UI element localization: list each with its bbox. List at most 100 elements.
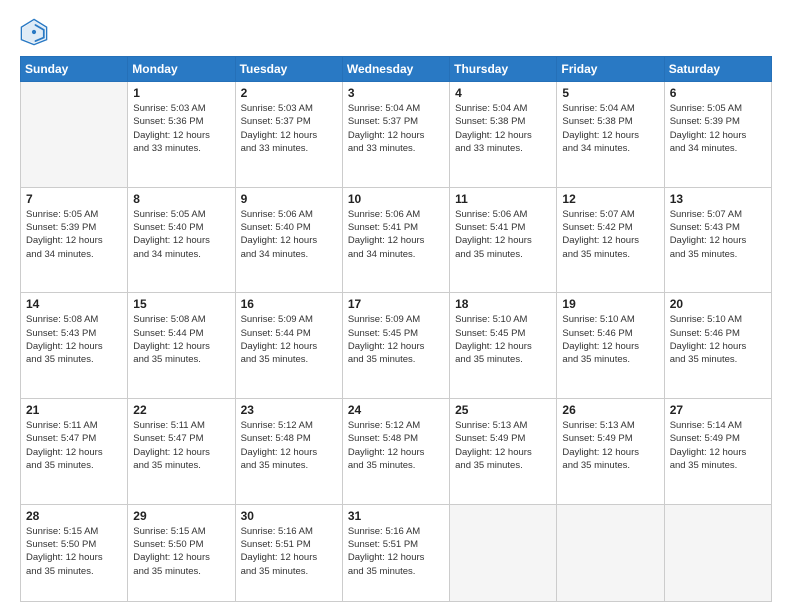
header [20, 18, 772, 46]
calendar-week-row: 14 Sunrise: 5:08 AM Sunset: 5:43 PM Dayli… [21, 293, 772, 399]
day-info: Sunrise: 5:11 AM Sunset: 5:47 PM Dayligh… [133, 419, 229, 472]
day-number: 31 [348, 509, 444, 523]
day-number: 13 [670, 192, 766, 206]
calendar-day-cell: 5 Sunrise: 5:04 AM Sunset: 5:38 PM Daylig… [557, 82, 664, 188]
day-number: 23 [241, 403, 337, 417]
calendar-day-cell: 28 Sunrise: 5:15 AM Sunset: 5:50 PM Dayli… [21, 504, 128, 601]
day-info: Sunrise: 5:06 AM Sunset: 5:40 PM Dayligh… [241, 208, 337, 261]
day-info: Sunrise: 5:14 AM Sunset: 5:49 PM Dayligh… [670, 419, 766, 472]
day-info: Sunrise: 5:05 AM Sunset: 5:39 PM Dayligh… [670, 102, 766, 155]
day-info: Sunrise: 5:13 AM Sunset: 5:49 PM Dayligh… [455, 419, 551, 472]
day-info: Sunrise: 5:11 AM Sunset: 5:47 PM Dayligh… [26, 419, 122, 472]
day-info: Sunrise: 5:05 AM Sunset: 5:39 PM Dayligh… [26, 208, 122, 261]
day-number: 24 [348, 403, 444, 417]
day-number: 25 [455, 403, 551, 417]
day-number: 28 [26, 509, 122, 523]
calendar-week-row: 1 Sunrise: 5:03 AM Sunset: 5:36 PM Daylig… [21, 82, 772, 188]
day-info: Sunrise: 5:03 AM Sunset: 5:36 PM Dayligh… [133, 102, 229, 155]
day-info: Sunrise: 5:09 AM Sunset: 5:44 PM Dayligh… [241, 313, 337, 366]
day-info: Sunrise: 5:08 AM Sunset: 5:43 PM Dayligh… [26, 313, 122, 366]
page: SundayMondayTuesdayWednesdayThursdayFrid… [0, 0, 792, 612]
logo-icon [20, 18, 48, 46]
calendar-day-cell [557, 504, 664, 601]
day-number: 9 [241, 192, 337, 206]
day-number: 26 [562, 403, 658, 417]
weekday-row: SundayMondayTuesdayWednesdayThursdayFrid… [21, 57, 772, 82]
calendar-week-row: 21 Sunrise: 5:11 AM Sunset: 5:47 PM Dayli… [21, 399, 772, 505]
calendar-day-cell: 23 Sunrise: 5:12 AM Sunset: 5:48 PM Dayli… [235, 399, 342, 505]
day-info: Sunrise: 5:16 AM Sunset: 5:51 PM Dayligh… [348, 525, 444, 578]
weekday-header: Saturday [664, 57, 771, 82]
calendar-day-cell: 21 Sunrise: 5:11 AM Sunset: 5:47 PM Dayli… [21, 399, 128, 505]
calendar-day-cell: 12Sunrise: 5:07 AM Sunset: 5:42 PM Dayli… [557, 187, 664, 293]
calendar-day-cell: 20 Sunrise: 5:10 AM Sunset: 5:46 PM Dayli… [664, 293, 771, 399]
day-info: Sunrise: 5:12 AM Sunset: 5:48 PM Dayligh… [241, 419, 337, 472]
calendar-body: 1 Sunrise: 5:03 AM Sunset: 5:36 PM Daylig… [21, 82, 772, 602]
day-number: 2 [241, 86, 337, 100]
calendar-day-cell: 25 Sunrise: 5:13 AM Sunset: 5:49 PM Dayli… [450, 399, 557, 505]
weekday-header: Sunday [21, 57, 128, 82]
day-info: Sunrise: 5:06 AM Sunset: 5:41 PM Dayligh… [348, 208, 444, 261]
day-info: Sunrise: 5:04 AM Sunset: 5:38 PM Dayligh… [455, 102, 551, 155]
calendar-day-cell [664, 504, 771, 601]
day-info: Sunrise: 5:15 AM Sunset: 5:50 PM Dayligh… [26, 525, 122, 578]
calendar-day-cell: 26 Sunrise: 5:13 AM Sunset: 5:49 PM Dayli… [557, 399, 664, 505]
logo [20, 18, 52, 46]
day-info: Sunrise: 5:09 AM Sunset: 5:45 PM Dayligh… [348, 313, 444, 366]
day-info: Sunrise: 5:10 AM Sunset: 5:46 PM Dayligh… [562, 313, 658, 366]
weekday-header: Friday [557, 57, 664, 82]
day-info: Sunrise: 5:10 AM Sunset: 5:45 PM Dayligh… [455, 313, 551, 366]
calendar-day-cell: 1 Sunrise: 5:03 AM Sunset: 5:36 PM Daylig… [128, 82, 235, 188]
day-info: Sunrise: 5:12 AM Sunset: 5:48 PM Dayligh… [348, 419, 444, 472]
calendar-day-cell: 15Sunrise: 5:08 AM Sunset: 5:44 PM Dayli… [128, 293, 235, 399]
day-number: 12 [562, 192, 658, 206]
day-info: Sunrise: 5:04 AM Sunset: 5:37 PM Dayligh… [348, 102, 444, 155]
day-info: Sunrise: 5:05 AM Sunset: 5:40 PM Dayligh… [133, 208, 229, 261]
calendar-day-cell: 30Sunrise: 5:16 AM Sunset: 5:51 PM Dayli… [235, 504, 342, 601]
calendar-day-cell: 27Sunrise: 5:14 AM Sunset: 5:49 PM Dayli… [664, 399, 771, 505]
day-number: 18 [455, 297, 551, 311]
day-info: Sunrise: 5:06 AM Sunset: 5:41 PM Dayligh… [455, 208, 551, 261]
day-info: Sunrise: 5:15 AM Sunset: 5:50 PM Dayligh… [133, 525, 229, 578]
day-info: Sunrise: 5:08 AM Sunset: 5:44 PM Dayligh… [133, 313, 229, 366]
day-number: 29 [133, 509, 229, 523]
weekday-header: Monday [128, 57, 235, 82]
calendar-day-cell: 7 Sunrise: 5:05 AM Sunset: 5:39 PM Daylig… [21, 187, 128, 293]
day-info: Sunrise: 5:04 AM Sunset: 5:38 PM Dayligh… [562, 102, 658, 155]
calendar-day-cell: 14 Sunrise: 5:08 AM Sunset: 5:43 PM Dayli… [21, 293, 128, 399]
calendar-day-cell: 16Sunrise: 5:09 AM Sunset: 5:44 PM Dayli… [235, 293, 342, 399]
calendar-day-cell: 17 Sunrise: 5:09 AM Sunset: 5:45 PM Dayli… [342, 293, 449, 399]
day-number: 22 [133, 403, 229, 417]
day-number: 14 [26, 297, 122, 311]
day-number: 1 [133, 86, 229, 100]
calendar-day-cell: 19 Sunrise: 5:10 AM Sunset: 5:46 PM Dayli… [557, 293, 664, 399]
day-number: 5 [562, 86, 658, 100]
day-number: 21 [26, 403, 122, 417]
day-info: Sunrise: 5:07 AM Sunset: 5:43 PM Dayligh… [670, 208, 766, 261]
calendar-day-cell [450, 504, 557, 601]
calendar-day-cell: 6Sunrise: 5:05 AM Sunset: 5:39 PM Daylig… [664, 82, 771, 188]
calendar-day-cell: 3 Sunrise: 5:04 AM Sunset: 5:37 PM Daylig… [342, 82, 449, 188]
weekday-header: Tuesday [235, 57, 342, 82]
calendar-day-cell: 8Sunrise: 5:05 AM Sunset: 5:40 PM Daylig… [128, 187, 235, 293]
day-number: 30 [241, 509, 337, 523]
day-info: Sunrise: 5:10 AM Sunset: 5:46 PM Dayligh… [670, 313, 766, 366]
day-info: Sunrise: 5:03 AM Sunset: 5:37 PM Dayligh… [241, 102, 337, 155]
calendar-day-cell [21, 82, 128, 188]
day-number: 7 [26, 192, 122, 206]
calendar-day-cell: 22 Sunrise: 5:11 AM Sunset: 5:47 PM Dayli… [128, 399, 235, 505]
day-number: 17 [348, 297, 444, 311]
calendar-day-cell: 31 Sunrise: 5:16 AM Sunset: 5:51 PM Dayli… [342, 504, 449, 601]
day-number: 3 [348, 86, 444, 100]
calendar-day-cell: 29 Sunrise: 5:15 AM Sunset: 5:50 PM Dayli… [128, 504, 235, 601]
calendar-day-cell: 24 Sunrise: 5:12 AM Sunset: 5:48 PM Dayli… [342, 399, 449, 505]
day-number: 20 [670, 297, 766, 311]
day-number: 19 [562, 297, 658, 311]
calendar-week-row: 28 Sunrise: 5:15 AM Sunset: 5:50 PM Dayli… [21, 504, 772, 601]
calendar-day-cell: 2 Sunrise: 5:03 AM Sunset: 5:37 PM Daylig… [235, 82, 342, 188]
day-number: 10 [348, 192, 444, 206]
day-info: Sunrise: 5:13 AM Sunset: 5:49 PM Dayligh… [562, 419, 658, 472]
calendar-day-cell: 13 Sunrise: 5:07 AM Sunset: 5:43 PM Dayli… [664, 187, 771, 293]
calendar-day-cell: 4Sunrise: 5:04 AM Sunset: 5:38 PM Daylig… [450, 82, 557, 188]
calendar-week-row: 7 Sunrise: 5:05 AM Sunset: 5:39 PM Daylig… [21, 187, 772, 293]
